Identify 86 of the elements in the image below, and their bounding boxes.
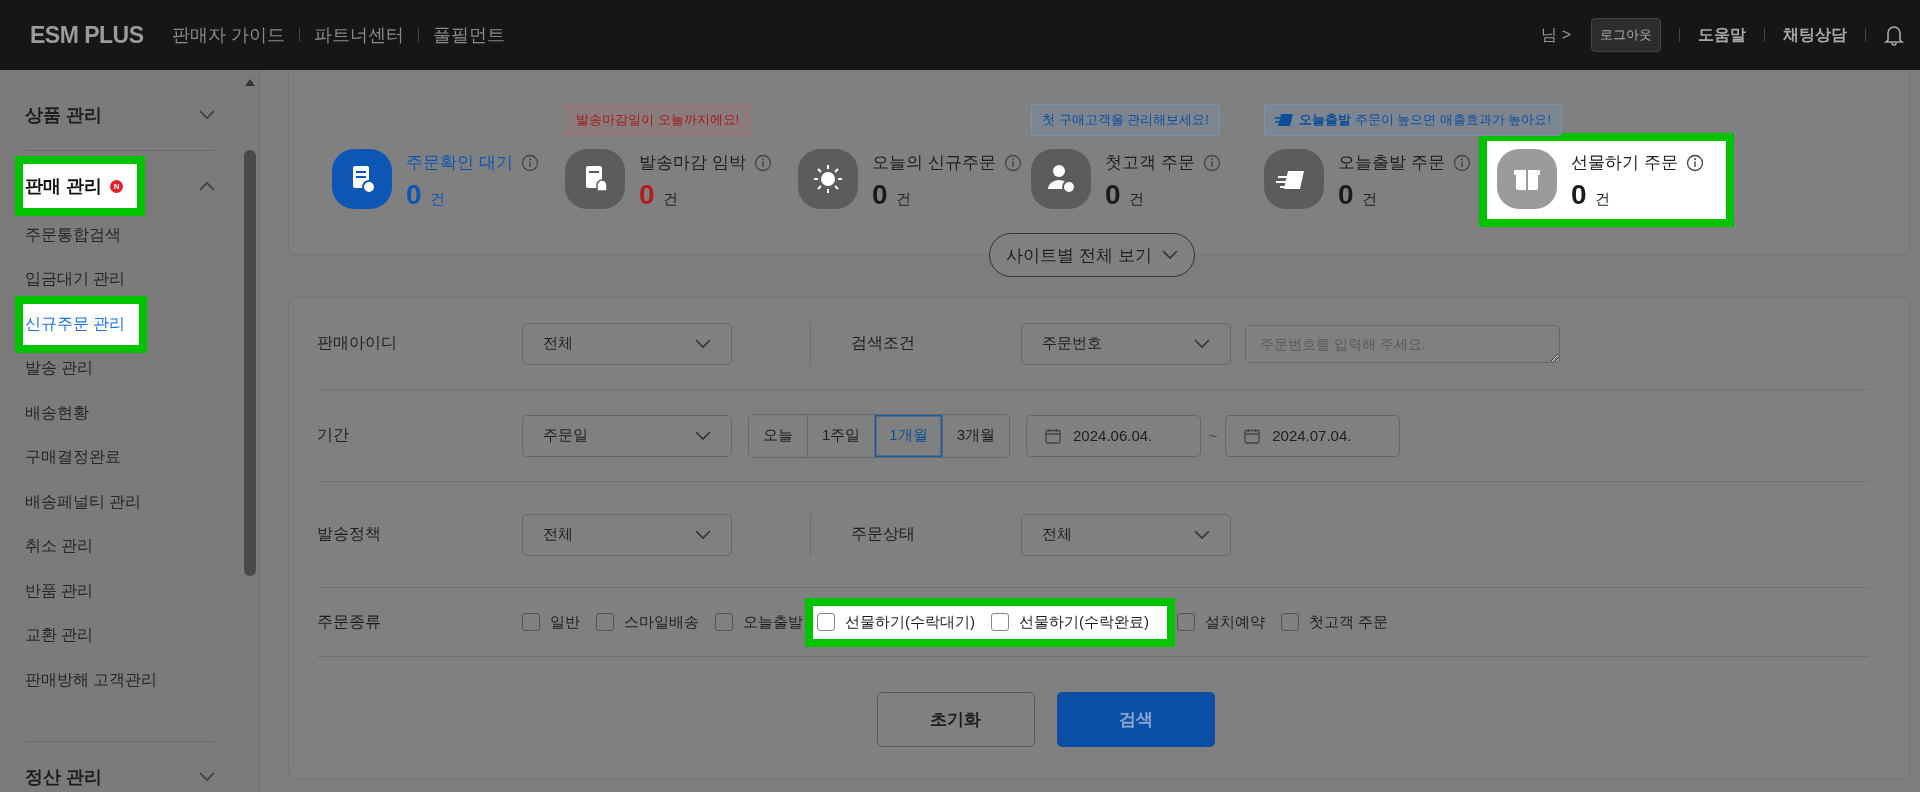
reset-button[interactable]: 초기화 xyxy=(876,692,1035,747)
period-button[interactable]: 3개월 xyxy=(941,414,1010,457)
tooltip-text: 오늘출발 주문이 높으면 매출효과가 높아요! xyxy=(1299,111,1552,129)
select-field[interactable]: 전체 xyxy=(522,322,732,365)
select-field[interactable]: 주문번호 xyxy=(1021,322,1231,365)
checkbox-option[interactable]: 일반 xyxy=(522,612,580,632)
chevron-icon xyxy=(695,338,711,349)
date-field[interactable]: 2024.06.04. xyxy=(1026,414,1202,457)
menu-item[interactable]: 구매결정완료 xyxy=(25,447,121,469)
chevron-icon xyxy=(695,430,711,441)
stat-count[interactable]: 0 xyxy=(872,179,888,211)
menu-item[interactable]: 교환 관리 xyxy=(25,625,94,647)
scroll-up-icon[interactable] xyxy=(244,78,256,87)
checkbox-option[interactable]: 선물하기(수락완료) xyxy=(991,612,1149,632)
menu-item[interactable]: 발송 관리 xyxy=(25,358,94,380)
calendar-icon xyxy=(1244,427,1261,444)
tooltip-text: 발송마감일이 오늘까지에요! xyxy=(576,111,740,129)
checkbox[interactable] xyxy=(596,613,614,631)
count-unit: 건 xyxy=(1361,190,1377,209)
field-label: 판매아이디 xyxy=(317,333,398,353)
menu-item[interactable]: 반품 관리 xyxy=(25,580,94,602)
nav-link[interactable]: 판매자 가이드 xyxy=(171,23,285,47)
nav-link[interactable]: 풀필먼트 xyxy=(432,23,505,47)
checkbox-option[interactable]: 스마일배송 xyxy=(596,612,699,632)
menu-item[interactable]: 취소 관리 xyxy=(25,536,94,558)
site-toggle-button[interactable]: 사이트별 전체 보기 xyxy=(989,233,1195,277)
checkbox-option[interactable]: 첫고객 주문 xyxy=(1281,612,1389,632)
logo[interactable]: ESM PLUS xyxy=(30,21,144,49)
truck-icon xyxy=(1275,113,1295,127)
menu-section-title[interactable]: 판매 관리 xyxy=(25,174,102,198)
chat-link[interactable]: 채팅상담 xyxy=(1783,24,1847,46)
checkbox-option[interactable]: 설치예약 xyxy=(1177,612,1265,632)
stat-label[interactable]: 오늘출발 주문 xyxy=(1338,151,1445,174)
stat-label[interactable]: 오늘의 신규주문 xyxy=(872,151,996,174)
checkbox[interactable] xyxy=(991,613,1009,631)
info-icon[interactable] xyxy=(1685,153,1704,172)
chevron-icon xyxy=(1194,529,1210,540)
logout-button[interactable]: 로그아웃 xyxy=(1591,18,1661,52)
checkbox[interactable] xyxy=(1177,613,1195,631)
checkbox-option[interactable]: 오늘출발 xyxy=(715,612,803,632)
field-label: 검색조건 xyxy=(851,333,916,353)
user-link[interactable]: 님 > xyxy=(1541,24,1571,46)
new-badge: N xyxy=(110,179,123,193)
menu-item[interactable]: 주문통합검색 xyxy=(25,224,121,246)
checkbox[interactable] xyxy=(817,613,835,631)
select-field[interactable]: 전체 xyxy=(522,513,732,556)
stat-label[interactable]: 발송마감 임박 xyxy=(639,151,746,174)
checkbox[interactable] xyxy=(1281,613,1299,631)
stat-count[interactable]: 0 xyxy=(1105,179,1121,211)
checkbox[interactable] xyxy=(715,613,733,631)
tooltip-text: 첫 구매고객을 관리해보세요! xyxy=(1042,111,1209,129)
checkbox[interactable] xyxy=(522,613,540,631)
help-link[interactable]: 도움말 xyxy=(1698,24,1746,46)
range-separator: ~ xyxy=(1209,427,1218,444)
stat-label[interactable]: 첫고객 주문 xyxy=(1105,151,1195,174)
menu-item[interactable]: 배송현황 xyxy=(25,402,89,424)
chevron-icon xyxy=(695,529,711,540)
menu-section-title[interactable]: 상품 관리 xyxy=(25,103,102,127)
field-label: 주문상태 xyxy=(851,524,916,544)
field-label: 발송정책 xyxy=(317,524,382,544)
count-unit: 건 xyxy=(662,190,678,209)
menu-item[interactable]: 판매방해 고객관리 xyxy=(25,669,158,691)
chevron-icon xyxy=(1194,338,1210,349)
count-unit: 건 xyxy=(429,190,445,209)
search-button[interactable]: 검색 xyxy=(1056,692,1215,747)
menu-item[interactable]: 배송페널티 관리 xyxy=(25,491,142,513)
date-field[interactable]: 2024.07.04. xyxy=(1225,414,1401,457)
checkbox-option[interactable]: 선물하기(수락대기) xyxy=(817,612,975,632)
stat-label[interactable]: 선물하기 주문 xyxy=(1571,151,1678,174)
scrollbar-thumb[interactable] xyxy=(244,150,256,576)
stat-count[interactable]: 0 xyxy=(1338,179,1354,211)
calendar-icon xyxy=(1045,427,1062,444)
count-unit: 건 xyxy=(1594,190,1610,209)
menu-item[interactable]: 입금대기 관리 xyxy=(25,269,126,291)
select-field[interactable]: 전체 xyxy=(1021,513,1231,556)
chevron-icon xyxy=(1161,250,1178,260)
menu-section-title[interactable]: 정산 관리 xyxy=(25,764,102,789)
select-field[interactable]: 주문일 xyxy=(522,414,732,457)
count-unit: 건 xyxy=(895,190,911,209)
count-unit: 건 xyxy=(1128,190,1144,209)
bell-icon[interactable] xyxy=(1884,24,1904,46)
stat-count[interactable]: 0 xyxy=(1571,179,1587,211)
nav-link[interactable]: 파트너센터 xyxy=(313,23,404,47)
field-label: 주문종류 xyxy=(317,611,382,632)
field-label: 기간 xyxy=(317,425,350,445)
menu-item[interactable]: 신규주문 관리 xyxy=(25,313,126,335)
